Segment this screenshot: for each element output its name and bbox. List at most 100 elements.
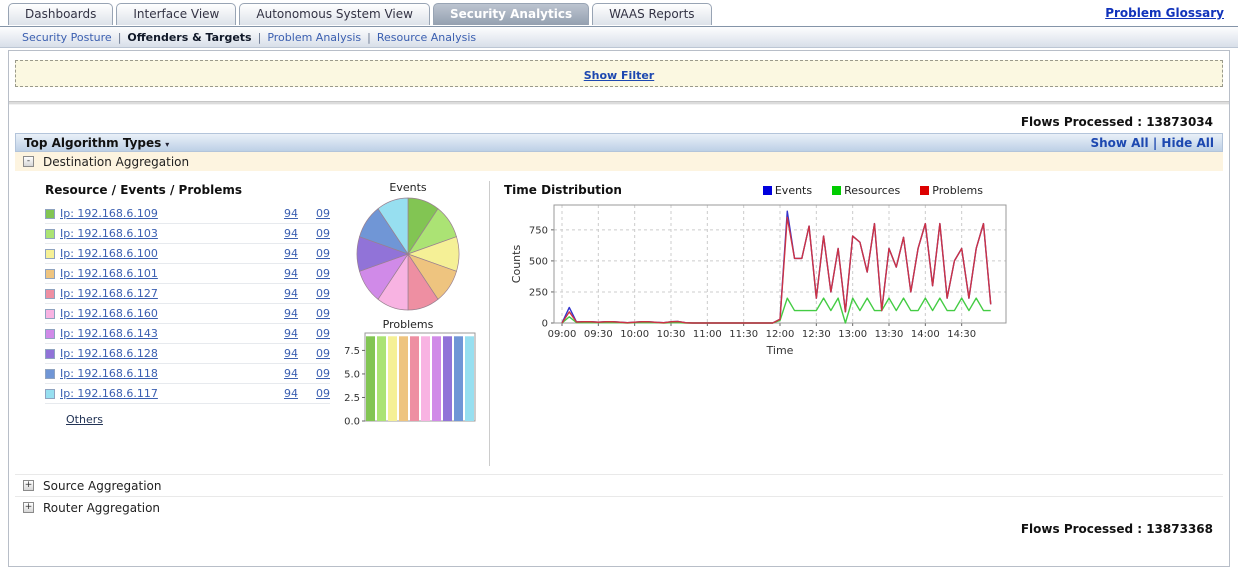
svg-text:500: 500 bbox=[529, 256, 548, 267]
time-distribution-column: Time Distribution Events Resources Problem… bbox=[490, 175, 1223, 474]
table-row: Ip: 192.168.6.103 94 09 bbox=[45, 224, 330, 244]
mini-charts-column: Events Problems 0.0 2.5 5.0 7.5 bbox=[327, 175, 489, 474]
top-algorithm-types-panel: Top Algorithm Types ▾ Show All | Hide All… bbox=[15, 133, 1223, 518]
events-pie-chart bbox=[356, 197, 460, 311]
panel-header: Top Algorithm Types ▾ Show All | Hide All bbox=[15, 133, 1223, 152]
events-count-link[interactable]: 94 bbox=[276, 347, 298, 360]
events-count-link[interactable]: 94 bbox=[276, 227, 298, 240]
links-separator: | bbox=[1152, 136, 1158, 150]
destination-aggregation-content: Resource / Events / Problems Ip: 192.168… bbox=[15, 171, 1223, 474]
legend-item-resources: Resources bbox=[832, 184, 900, 197]
resource-ip-link[interactable]: Ip: 192.168.6.117 bbox=[60, 387, 276, 400]
filter-bar: Show Filter bbox=[15, 60, 1223, 87]
svg-text:11:30: 11:30 bbox=[729, 329, 758, 340]
table-row: Ip: 192.168.6.128 94 09 bbox=[45, 344, 330, 364]
svg-text:11:00: 11:00 bbox=[693, 329, 722, 340]
svg-text:09:00: 09:00 bbox=[548, 329, 577, 340]
resource-ip-link[interactable]: Ip: 192.168.6.103 bbox=[60, 227, 276, 240]
svg-text:14:00: 14:00 bbox=[911, 329, 940, 340]
events-legend-swatch-icon bbox=[762, 185, 772, 195]
time-distribution-chart: 09:00 09:30 10:00 10:30 11:00 11:30 12:00 12:30… bbox=[510, 204, 1007, 357]
section-label: Destination Aggregation bbox=[43, 154, 190, 169]
tab-interface-view[interactable]: Interface View bbox=[116, 3, 237, 25]
events-count-link[interactable]: 94 bbox=[276, 267, 298, 280]
show-all-link[interactable]: Show All bbox=[1090, 136, 1148, 150]
resource-color-swatch bbox=[45, 368, 55, 379]
tab-dashboards[interactable]: Dashboards bbox=[8, 3, 114, 25]
resource-ip-link[interactable]: Ip: 192.168.6.143 bbox=[60, 327, 276, 340]
section-router-aggregation[interactable]: + Router Aggregation bbox=[15, 496, 1223, 518]
resource-list: Ip: 192.168.6.109 94 09 Ip: 192.168.6.103 94… bbox=[45, 204, 330, 404]
svg-text:10:30: 10:30 bbox=[657, 329, 686, 340]
resource-color-swatch bbox=[45, 268, 55, 279]
events-count-link[interactable]: 94 bbox=[276, 307, 298, 320]
svg-text:13:00: 13:00 bbox=[838, 329, 867, 340]
flows-processed-bottom: Flows Processed : 13873368 bbox=[1020, 522, 1213, 536]
svg-text:Counts: Counts bbox=[510, 245, 523, 284]
resource-ip-link[interactable]: Ip: 192.168.6.101 bbox=[60, 267, 276, 280]
time-distribution-title: Time Distribution bbox=[504, 183, 622, 197]
collapse-arrow-icon: ▾ bbox=[165, 140, 170, 149]
events-count-link[interactable]: 94 bbox=[276, 327, 298, 340]
events-count-link[interactable]: 94 bbox=[276, 387, 298, 400]
resource-ip-link[interactable]: Ip: 192.168.6.118 bbox=[60, 367, 276, 380]
svg-text:7.5: 7.5 bbox=[344, 346, 360, 357]
section-destination-aggregation[interactable]: - Destination Aggregation bbox=[15, 152, 1223, 171]
svg-text:13:30: 13:30 bbox=[875, 329, 904, 340]
resource-color-swatch bbox=[45, 208, 55, 219]
others-link[interactable]: Others bbox=[66, 413, 103, 426]
table-row: Ip: 192.168.6.117 94 09 bbox=[45, 384, 330, 404]
tab-waas-reports[interactable]: WAAS Reports bbox=[592, 3, 712, 25]
main-container: Show Filter Flows Processed : 13873034 T… bbox=[8, 50, 1230, 567]
resource-color-swatch bbox=[45, 328, 55, 339]
resource-color-swatch bbox=[45, 288, 55, 299]
subnav-item-problem-analysis[interactable]: Problem Analysis bbox=[261, 31, 367, 44]
section-label: Router Aggregation bbox=[43, 500, 161, 515]
hide-all-link[interactable]: Hide All bbox=[1161, 136, 1214, 150]
resource-ip-link[interactable]: Ip: 192.168.6.127 bbox=[60, 287, 276, 300]
tab-security-analytics[interactable]: Security Analytics bbox=[432, 3, 590, 25]
resource-color-swatch bbox=[45, 348, 55, 359]
events-count-link[interactable]: 94 bbox=[276, 367, 298, 380]
svg-text:0: 0 bbox=[542, 319, 548, 330]
flows-processed-top: Flows Processed : 13873034 bbox=[1020, 115, 1213, 129]
svg-text:09:30: 09:30 bbox=[584, 329, 613, 340]
resource-color-swatch bbox=[45, 388, 55, 399]
events-count-link[interactable]: 94 bbox=[276, 287, 298, 300]
resource-ip-link[interactable]: Ip: 192.168.6.100 bbox=[60, 247, 276, 260]
table-row: Ip: 192.168.6.118 94 09 bbox=[45, 364, 330, 384]
resource-color-swatch bbox=[45, 228, 55, 239]
problem-glossary-link[interactable]: Problem Glossary bbox=[1105, 6, 1224, 20]
svg-text:Time: Time bbox=[766, 344, 794, 357]
svg-text:2.5: 2.5 bbox=[344, 393, 360, 404]
page: Dashboards Interface View Autonomous Syste… bbox=[0, 0, 1238, 571]
subnav-bar: Security Posture | Offenders & Targets | Pro… bbox=[0, 26, 1238, 48]
expand-box-icon[interactable]: + bbox=[23, 480, 34, 491]
problems-bar-title: Problems bbox=[382, 318, 434, 331]
collapse-box-icon[interactable]: - bbox=[23, 156, 34, 167]
resource-ip-link[interactable]: Ip: 192.168.6.109 bbox=[60, 207, 276, 220]
panel-links: Show All | Hide All bbox=[1090, 134, 1214, 151]
section-label: Source Aggregation bbox=[43, 478, 162, 493]
subnav-item-security-posture[interactable]: Security Posture bbox=[16, 31, 118, 44]
section-source-aggregation[interactable]: + Source Aggregation bbox=[15, 474, 1223, 496]
events-count-link[interactable]: 94 bbox=[276, 247, 298, 260]
resource-ip-link[interactable]: Ip: 192.168.6.128 bbox=[60, 347, 276, 360]
expand-box-icon[interactable]: + bbox=[23, 502, 34, 513]
legend-item-problems: Problems bbox=[920, 184, 983, 197]
table-row: Ip: 192.168.6.101 94 09 bbox=[45, 264, 330, 284]
legend-item-events: Events bbox=[762, 184, 812, 197]
chart-legend: Events Resources Problems bbox=[762, 184, 983, 197]
svg-text:12:30: 12:30 bbox=[802, 329, 831, 340]
subnav-item-resource-analysis[interactable]: Resource Analysis bbox=[371, 31, 482, 44]
resource-list-title: Resource / Events / Problems bbox=[45, 183, 242, 197]
svg-text:12:00: 12:00 bbox=[766, 329, 795, 340]
show-filter-link[interactable]: Show Filter bbox=[584, 69, 655, 82]
resource-ip-link[interactable]: Ip: 192.168.6.160 bbox=[60, 307, 276, 320]
subnav-item-offenders-targets[interactable]: Offenders & Targets bbox=[121, 31, 257, 44]
top-tab-bar: Dashboards Interface View Autonomous Syste… bbox=[0, 0, 1238, 26]
tab-autonomous-system-view[interactable]: Autonomous System View bbox=[239, 3, 430, 25]
events-pie-title: Events bbox=[389, 181, 427, 194]
events-count-link[interactable]: 94 bbox=[276, 207, 298, 220]
resources-legend-swatch-icon bbox=[832, 185, 842, 195]
